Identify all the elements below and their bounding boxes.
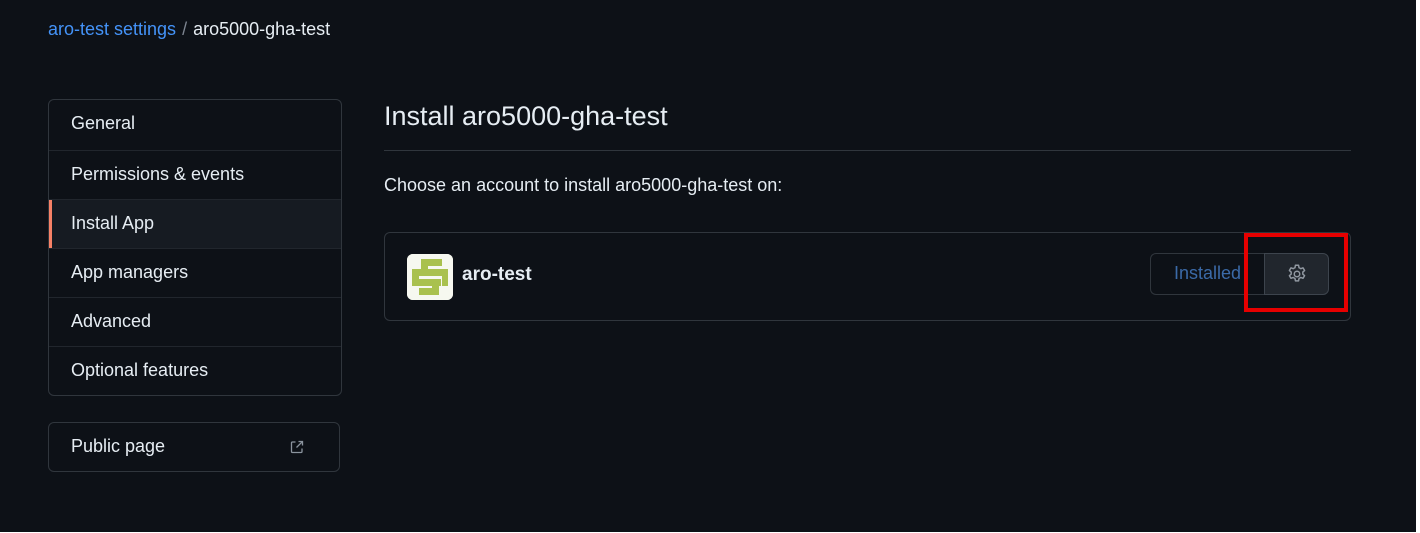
page-title: Install aro5000-gha-test (384, 101, 668, 131)
breadcrumb-current: aro5000-gha-test (193, 19, 331, 39)
menu-item-optional-features[interactable]: Optional features (49, 346, 341, 395)
page: aro-test settings / aro5000-gha-test Gener… (0, 0, 1416, 532)
install-app-panel: Install aro5000-gha-test Choose an accou… (384, 99, 1351, 321)
settings-menu: General Permissions & events Install App… (48, 99, 342, 396)
choose-account-text: Choose an account to install aro5000-gha… (384, 175, 783, 195)
account-avatar (407, 254, 453, 300)
external-link-icon (290, 440, 304, 454)
breadcrumb-parent-link[interactable]: aro-test settings (48, 19, 176, 39)
account-name: aro-test (462, 264, 532, 285)
highlight-box (1244, 233, 1348, 312)
public-page-label: Public page (71, 436, 166, 456)
menu-item-advanced[interactable]: Advanced (49, 297, 341, 346)
public-page-menu: Public page (48, 422, 340, 472)
menu-item-install-app[interactable]: Install App (49, 199, 341, 248)
identicon-icon (407, 254, 453, 300)
title-divider (384, 150, 1351, 151)
breadcrumb-separator: / (182, 19, 188, 39)
breadcrumb: aro-test settings / aro5000-gha-test (48, 17, 330, 41)
menu-item-permissions-events[interactable]: Permissions & events (49, 150, 341, 199)
menu-item-app-managers[interactable]: App managers (49, 248, 341, 297)
menu-item-general[interactable]: General (49, 100, 341, 150)
menu-item-public-page[interactable]: Public page (49, 423, 339, 472)
account-row: aro-test Installed (384, 232, 1351, 321)
